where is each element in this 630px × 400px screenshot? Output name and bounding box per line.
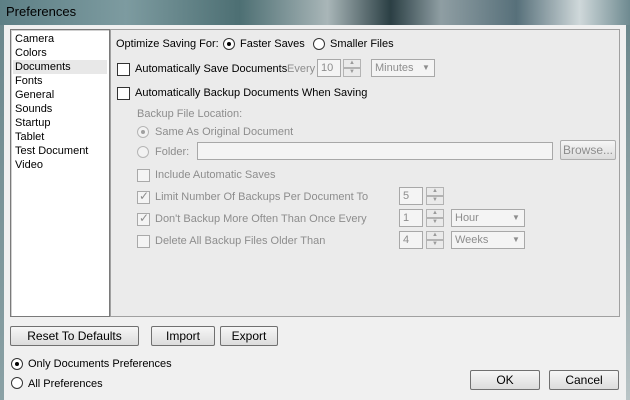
delete-older-checkbox[interactable]	[137, 235, 150, 248]
chevron-down-icon: ▼	[422, 63, 430, 72]
only-documents-radio[interactable]	[11, 358, 23, 370]
stepper-down-icon[interactable]: ▼	[426, 218, 444, 227]
stepper-down-icon[interactable]: ▼	[343, 68, 361, 77]
chevron-down-icon: ▼	[512, 235, 520, 244]
stepper-up-icon[interactable]: ▲	[426, 231, 444, 240]
all-preferences-radio[interactable]	[11, 377, 23, 389]
delete-older-field[interactable]: 4	[399, 231, 423, 249]
window-frame-right	[626, 25, 630, 400]
delete-older-unit-value: Weeks	[455, 234, 489, 246]
preferences-window: Preferences Camera Colors Documents Font…	[0, 0, 630, 400]
smaller-files-label[interactable]: Smaller Files	[330, 37, 394, 51]
check-mark-icon: ✓	[139, 189, 150, 203]
delete-older-stepper[interactable]: ▲ ▼	[426, 231, 444, 249]
documents-settings-panel: Optimize Saving For: Faster Saves Smalle…	[110, 29, 620, 317]
delete-older-unit-select[interactable]: Weeks ▼	[451, 231, 525, 249]
dont-backup-unit-value: Hour	[455, 212, 479, 224]
reset-to-defaults-button[interactable]: Reset To Defaults	[10, 326, 139, 346]
category-item-tablet[interactable]: Tablet	[13, 130, 107, 144]
smaller-files-radio[interactable]	[313, 38, 325, 50]
delete-older-label[interactable]: Delete All Backup Files Older Than	[155, 234, 325, 248]
autosave-checkbox[interactable]	[117, 63, 130, 76]
stepper-up-icon[interactable]: ▲	[343, 59, 361, 68]
same-as-original-radio[interactable]	[137, 126, 149, 138]
title-bar[interactable]: Preferences	[0, 0, 630, 25]
dont-backup-label[interactable]: Don't Backup More Often Than Once Every	[155, 212, 367, 226]
autobackup-label[interactable]: Automatically Backup Documents When Savi…	[135, 86, 367, 100]
category-item-documents[interactable]: Documents	[13, 60, 107, 74]
ok-button[interactable]: OK	[470, 370, 540, 390]
autosave-interval-stepper[interactable]: ▲ ▼	[343, 59, 361, 77]
window-title: Preferences	[6, 4, 77, 19]
folder-radio[interactable]	[137, 146, 149, 158]
dont-backup-checkbox[interactable]: ✓	[137, 211, 150, 226]
chevron-down-icon: ▼	[512, 213, 520, 222]
dont-backup-stepper[interactable]: ▲ ▼	[426, 209, 444, 227]
stepper-up-icon[interactable]: ▲	[426, 187, 444, 196]
stepper-up-icon[interactable]: ▲	[426, 209, 444, 218]
category-item-sounds[interactable]: Sounds	[13, 102, 107, 116]
import-button[interactable]: Import	[151, 326, 215, 346]
category-item-general[interactable]: General	[13, 88, 107, 102]
check-mark-icon: ✓	[139, 211, 150, 225]
faster-saves-label[interactable]: Faster Saves	[240, 37, 305, 51]
category-list[interactable]: Camera Colors Documents Fonts General So…	[10, 29, 110, 317]
include-autosaves-label[interactable]: Include Automatic Saves	[155, 168, 275, 182]
autosave-label[interactable]: Automatically Save Documents	[135, 62, 287, 76]
backup-location-label: Backup File Location:	[137, 108, 243, 120]
limit-backups-stepper[interactable]: ▲ ▼	[426, 187, 444, 205]
dont-backup-field[interactable]: 1	[399, 209, 423, 227]
folder-label[interactable]: Folder:	[155, 145, 189, 159]
autobackup-checkbox[interactable]	[117, 87, 130, 100]
category-item-colors[interactable]: Colors	[13, 46, 107, 60]
category-item-startup[interactable]: Startup	[13, 116, 107, 130]
category-item-fonts[interactable]: Fonts	[13, 74, 107, 88]
same-as-original-label[interactable]: Same As Original Document	[155, 125, 293, 139]
autosave-interval-field[interactable]: 10	[317, 59, 341, 77]
limit-backups-checkbox[interactable]: ✓	[137, 189, 150, 204]
faster-saves-radio[interactable]	[223, 38, 235, 50]
dont-backup-unit-select[interactable]: Hour ▼	[451, 209, 525, 227]
autosave-unit-select[interactable]: Minutes ▼	[371, 59, 435, 77]
autosave-unit-value: Minutes	[375, 62, 414, 74]
cancel-button[interactable]: Cancel	[549, 370, 619, 390]
optimize-saving-label: Optimize Saving For:	[116, 38, 219, 50]
browse-button[interactable]: Browse...	[560, 140, 616, 160]
category-item-camera[interactable]: Camera	[13, 32, 107, 46]
radio-selected-dot	[141, 130, 145, 134]
stepper-down-icon[interactable]: ▼	[426, 240, 444, 249]
export-button[interactable]: Export	[220, 326, 278, 346]
only-documents-label[interactable]: Only Documents Preferences	[28, 357, 172, 371]
include-autosaves-checkbox[interactable]	[137, 169, 150, 182]
limit-backups-field[interactable]: 5	[399, 187, 423, 205]
category-item-video[interactable]: Video	[13, 158, 107, 172]
category-item-test-document[interactable]: Test Document	[13, 144, 107, 158]
limit-backups-label[interactable]: Limit Number Of Backups Per Document To	[155, 190, 368, 204]
dialog-client: Camera Colors Documents Fonts General So…	[4, 25, 626, 400]
stepper-down-icon[interactable]: ▼	[426, 196, 444, 205]
all-preferences-label[interactable]: All Preferences	[28, 377, 103, 391]
radio-selected-dot	[227, 42, 231, 46]
radio-selected-dot	[15, 362, 19, 366]
autosave-every-label: Every	[287, 63, 316, 75]
folder-path-field[interactable]	[197, 142, 553, 160]
